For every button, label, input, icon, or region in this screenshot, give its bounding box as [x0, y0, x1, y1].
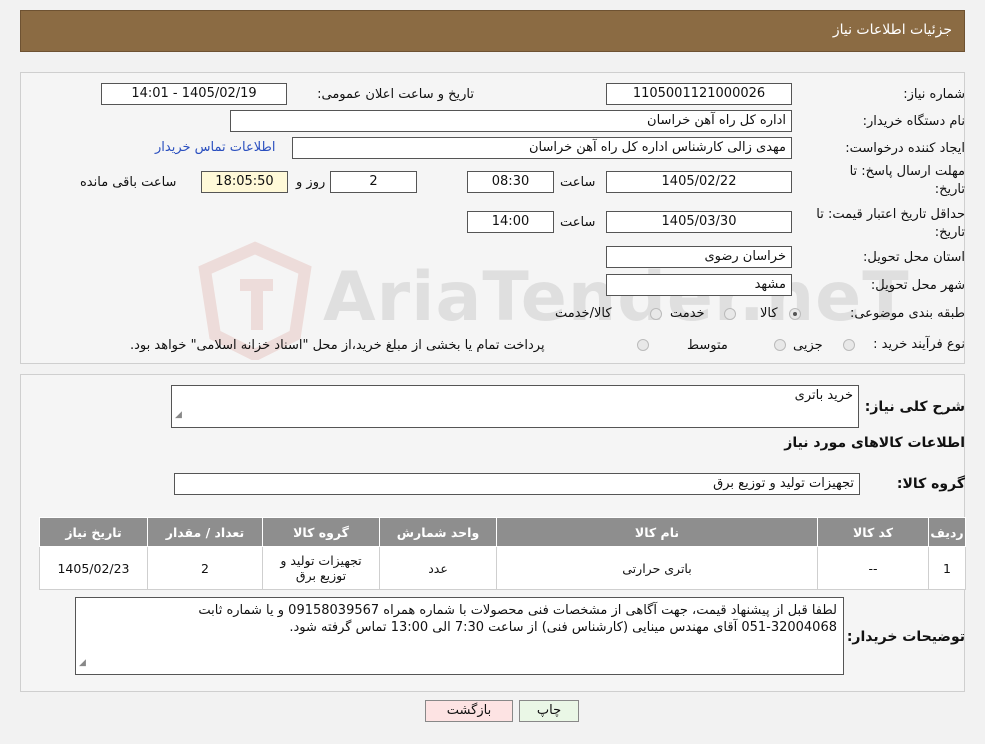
- col-header-unit: واحد شمارش: [379, 517, 497, 547]
- need-number-field: 1105001121000026: [606, 83, 792, 105]
- province-field: خراسان رضوی: [606, 246, 792, 268]
- category-radio-goods[interactable]: [789, 308, 801, 320]
- col-header-code: کد کالا: [817, 517, 929, 547]
- category-radio-service[interactable]: [724, 308, 736, 320]
- province-label: استان محل تحویل:: [863, 250, 965, 265]
- table-row: 1 -- باتری حرارتی عدد تجهیزات تولید و تو…: [39, 546, 966, 590]
- announce-field: 1405/02/19 - 14:01: [101, 83, 287, 105]
- col-header-group: گروه کالا: [262, 517, 380, 547]
- cell-group: تجهیزات تولید و توزیع برق: [262, 546, 380, 590]
- creator-field: مهدی زالی کارشناس اداره کل راه آهن خراسا…: [292, 137, 792, 159]
- validity-label: حداقل تاریخ اعتبار قیمت: تا: [816, 207, 965, 222]
- col-header-row-number: ردیف: [928, 517, 966, 547]
- resize-grip-icon[interactable]: ◢: [79, 655, 86, 672]
- validity-time-label: ساعت: [560, 215, 596, 230]
- description-field: خرید باتری ◢: [171, 385, 859, 428]
- category-label: طبقه بندی موضوعی:: [849, 306, 965, 321]
- need-number-label: شماره نیاز:: [903, 87, 965, 102]
- col-header-date: تاریخ نیاز: [39, 517, 148, 547]
- deadline-label-2: تاریخ:: [934, 182, 965, 197]
- page-title: جزئیات اطلاعات نیاز: [832, 22, 952, 38]
- watermark-text: AriaTender.neT: [323, 258, 910, 337]
- buyer-label: نام دستگاه خریدار:: [862, 114, 965, 129]
- col-header-quantity: تعداد / مقدار: [147, 517, 263, 547]
- col-header-name: نام کالا: [496, 517, 818, 547]
- buyer-field: اداره کل راه آهن خراسان: [230, 110, 792, 132]
- validity-label-2: تاریخ:: [934, 225, 965, 240]
- validity-time-field: 14:00: [467, 211, 554, 233]
- cell-unit: عدد: [379, 546, 497, 590]
- remaining-label: ساعت باقی مانده: [80, 175, 177, 190]
- process-option-medium: متوسط: [687, 338, 728, 353]
- goods-group-field: تجهیزات تولید و توزیع برق: [174, 473, 860, 495]
- goods-group-label: گروه کالا:: [896, 476, 965, 492]
- print-button[interactable]: چاپ: [519, 700, 579, 722]
- process-radio-treasury[interactable]: [637, 339, 649, 351]
- days-field: 2: [330, 171, 417, 193]
- buyer-notes-field: لطفا قبل از پیشنهاد قیمت، جهت آگاهی از م…: [75, 597, 844, 675]
- deadline-date-field: 1405/02/22: [606, 171, 792, 193]
- creator-label: ایجاد کننده درخواست:: [845, 141, 965, 156]
- category-option-goods-service: کالا/خدمت: [555, 306, 612, 321]
- cell-date: 1405/02/23: [39, 546, 148, 590]
- process-label: نوع فرآیند خرید :: [873, 337, 965, 352]
- cell-row-number: 1: [928, 546, 966, 590]
- contact-buyer-link[interactable]: اطلاعات تماس خریدار: [155, 140, 275, 155]
- announce-label: تاریخ و ساعت اعلان عمومی:: [317, 87, 474, 102]
- category-radio-goods-service[interactable]: [650, 308, 662, 320]
- category-option-goods: کالا: [760, 306, 778, 321]
- deadline-label: مهلت ارسال پاسخ: تا: [849, 164, 965, 179]
- description-label: شرح کلی نیاز:: [864, 399, 965, 415]
- cell-quantity: 2: [147, 546, 263, 590]
- buyer-notes-line-1: لطفا قبل از پیشنهاد قیمت، جهت آگاهی از م…: [198, 603, 837, 618]
- cell-name: باتری حرارتی: [496, 546, 818, 590]
- description-text: خرید باتری: [794, 388, 853, 403]
- remaining-time-field: 18:05:50: [201, 171, 288, 193]
- days-label: روز و: [296, 175, 326, 190]
- goods-info-title: اطلاعات کالاهای مورد نیاز: [784, 435, 965, 451]
- items-table: ردیف کد کالا نام کالا واحد شمارش گروه کا…: [39, 517, 966, 590]
- process-radio-medium[interactable]: [774, 339, 786, 351]
- process-radio-minor[interactable]: [843, 339, 855, 351]
- deadline-time-label: ساعت: [560, 175, 596, 190]
- page-header: جزئیات اطلاعات نیاز: [20, 10, 965, 52]
- city-field: مشهد: [606, 274, 792, 296]
- deadline-time-field: 08:30: [467, 171, 554, 193]
- buyer-notes-label: توضیحات خریدار:: [846, 629, 965, 645]
- category-option-service: خدمت: [670, 306, 705, 321]
- table-header-row: ردیف کد کالا نام کالا واحد شمارش گروه کا…: [39, 517, 966, 547]
- back-button[interactable]: بازگشت: [425, 700, 513, 722]
- validity-date-field: 1405/03/30: [606, 211, 792, 233]
- process-option-minor: جزیی: [793, 338, 823, 353]
- buyer-notes-line-2: 051-32004068 آقای مهندس مینایی (کارشناس …: [289, 620, 837, 635]
- resize-grip-icon[interactable]: ◢: [175, 405, 182, 425]
- city-label: شهر محل تحویل:: [870, 278, 965, 293]
- items-table-wrapper: ردیف کد کالا نام کالا واحد شمارش گروه کا…: [39, 517, 966, 590]
- cell-code: --: [817, 546, 929, 590]
- process-note: پرداخت تمام یا بخشی از مبلغ خرید،از محل …: [130, 338, 545, 353]
